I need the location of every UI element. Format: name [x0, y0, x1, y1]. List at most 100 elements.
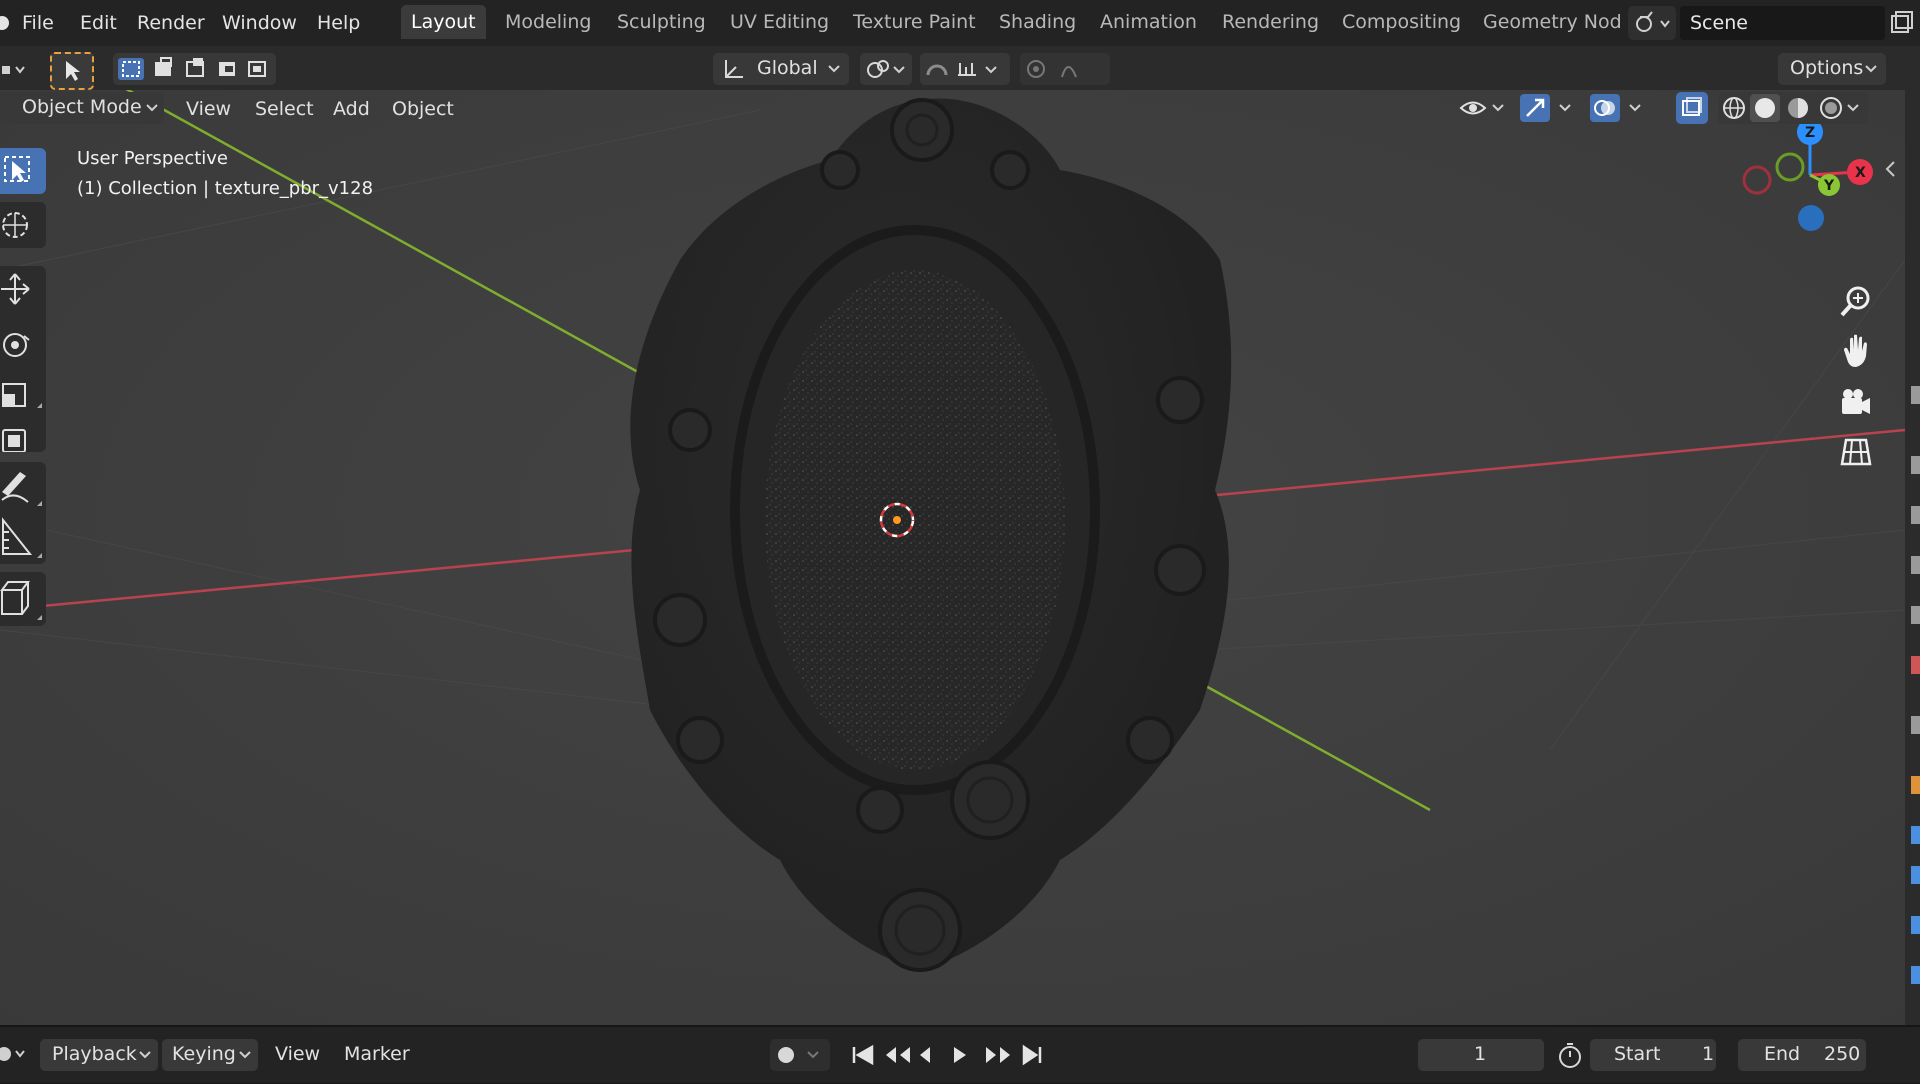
- viewport-scene: Z X Y: [0, 90, 1905, 1025]
- overlays-toggle[interactable]: [1588, 92, 1650, 124]
- scene-selector-button[interactable]: [1628, 6, 1676, 40]
- xray-icon: [1682, 97, 1702, 116]
- proportional-edit-icon: [1027, 60, 1077, 78]
- playback-controls-icons[interactable]: [848, 1039, 1048, 1071]
- menu-render[interactable]: Render: [137, 12, 205, 34]
- 3d-cursor-icon: [2, 212, 28, 238]
- shading-mode-icons: [1723, 94, 1859, 122]
- snapping-group[interactable]: [920, 53, 1010, 85]
- current-frame-value: 1: [1474, 1043, 1487, 1065]
- chevron-down-icon: [239, 1051, 251, 1059]
- grid-icon: [1840, 438, 1872, 466]
- chevron-down-icon: [139, 1051, 151, 1059]
- keying-label: Keying: [172, 1043, 236, 1065]
- annotate-measure-icons[interactable]: [0, 462, 46, 564]
- playback-dropdown[interactable]: Playback: [40, 1039, 158, 1071]
- record-icon: [778, 1047, 819, 1063]
- chevron-down-icon: [146, 104, 158, 112]
- object-mode-dropdown[interactable]: Object Mode: [0, 92, 164, 124]
- playback-controls: [848, 1039, 1048, 1071]
- chevron-down-icon: [1865, 65, 1877, 73]
- tool-cursor[interactable]: [0, 202, 46, 248]
- chevron-down-icon: [828, 65, 840, 73]
- tool-add-cube[interactable]: [0, 572, 46, 626]
- zoom-button[interactable]: [1836, 282, 1876, 322]
- tab-layout[interactable]: Layout: [401, 5, 486, 39]
- active-tool-button[interactable]: [50, 52, 94, 90]
- menu-edit[interactable]: Edit: [80, 12, 117, 34]
- properties-panel-edge[interactable]: [1905, 46, 1920, 1080]
- tool-header: Global Options: [0, 46, 1905, 90]
- scene-name: Scene: [1690, 12, 1748, 34]
- transform-tools-icons[interactable]: [0, 266, 46, 453]
- end-frame-field[interactable]: End 250: [1738, 1039, 1866, 1071]
- gizmo-y-label: Y: [1823, 178, 1835, 194]
- viewport-menu-add[interactable]: Add: [333, 98, 370, 120]
- 3d-viewport[interactable]: Z X Y Object Mode View Select Add Object: [0, 90, 1905, 1025]
- shading-mode-group[interactable]: [1718, 92, 1868, 124]
- tab-sculpting[interactable]: Sculpting: [607, 5, 716, 39]
- tab-geometry-nodes[interactable]: Geometry Nod: [1473, 5, 1632, 39]
- start-frame-field[interactable]: Start 1: [1590, 1039, 1716, 1071]
- editor-type-icon[interactable]: [0, 54, 30, 84]
- snap-magnet-icon: [926, 63, 997, 76]
- visibility-dropdown[interactable]: [1455, 92, 1511, 124]
- transform-orientation-dropdown[interactable]: Global: [713, 53, 849, 85]
- current-frame-field[interactable]: 1: [1418, 1039, 1544, 1071]
- menu-file[interactable]: File: [22, 12, 54, 34]
- view-name-label: User Perspective: [77, 148, 228, 169]
- menu-window[interactable]: Window: [222, 12, 297, 34]
- timeline-header: Playback Keying View Marker 1 Start 1 En…: [0, 1025, 1920, 1082]
- blender-logo-icon[interactable]: [0, 11, 10, 35]
- camera-view-button[interactable]: [1836, 382, 1876, 422]
- pivot-link-icon: [867, 60, 905, 78]
- collection-info-label: (1) Collection | texture_pbr_v128: [77, 178, 374, 199]
- overlay-circles-icon: [1590, 94, 1641, 122]
- playback-label: Playback: [52, 1043, 137, 1065]
- cursor-arrow-icon: [66, 61, 80, 81]
- zoom-icon: [1840, 286, 1870, 317]
- viewport-menu-object[interactable]: Object: [392, 98, 454, 120]
- keying-dropdown[interactable]: Keying: [162, 1039, 258, 1071]
- gizmo-z-label: Z: [1805, 125, 1815, 141]
- tab-texture-paint[interactable]: Texture Paint: [843, 5, 986, 39]
- options-label: Options: [1790, 57, 1864, 79]
- hand-icon: [1844, 334, 1867, 367]
- add-cube-icon: [0, 581, 42, 620]
- pan-button[interactable]: [1836, 332, 1876, 372]
- xray-toggle[interactable]: [1676, 92, 1708, 124]
- timeline-editor-type-icon[interactable]: [0, 1039, 30, 1069]
- tool-select-box[interactable]: [0, 148, 46, 194]
- auto-keying-toggle[interactable]: [770, 1039, 830, 1071]
- tab-shading[interactable]: Shading: [989, 5, 1086, 39]
- collapse-sidebar-icon[interactable]: [1880, 158, 1900, 180]
- gizmo-arrow-icon: [1520, 94, 1571, 122]
- object-mode-label: Object Mode: [22, 96, 142, 118]
- tab-rendering[interactable]: Rendering: [1212, 5, 1329, 39]
- new-scene-icon[interactable]: [1887, 8, 1915, 38]
- gizmo-toggle[interactable]: [1518, 92, 1580, 124]
- tab-animation[interactable]: Animation: [1090, 5, 1207, 39]
- end-value: 250: [1824, 1043, 1861, 1065]
- gizmo-x-label: X: [1855, 165, 1866, 181]
- properties-tab-icons: [1911, 386, 1920, 1074]
- stopwatch-icon[interactable]: [1555, 1041, 1585, 1071]
- timeline-menu-marker[interactable]: Marker: [344, 1043, 410, 1065]
- start-label: Start: [1614, 1043, 1661, 1065]
- timeline-menu-view[interactable]: View: [275, 1043, 320, 1065]
- start-value: 1: [1702, 1043, 1715, 1065]
- annotate-measure-group: [0, 462, 46, 564]
- top-menu-bar: File Edit Render Window Help Layout Mode…: [0, 0, 1920, 46]
- ortho-toggle-button[interactable]: [1836, 432, 1876, 472]
- viewport-menu-view[interactable]: View: [186, 98, 231, 120]
- menu-help[interactable]: Help: [317, 12, 360, 34]
- options-dropdown[interactable]: Options: [1778, 53, 1886, 85]
- pivot-point-dropdown[interactable]: [860, 53, 912, 85]
- proportional-editing-group[interactable]: [1020, 53, 1110, 85]
- tab-compositing[interactable]: Compositing: [1332, 5, 1471, 39]
- viewport-menu-select[interactable]: Select: [255, 98, 314, 120]
- eye-icon: [1459, 101, 1504, 115]
- tab-modeling[interactable]: Modeling: [495, 5, 601, 39]
- selection-mode-icons[interactable]: [113, 53, 276, 85]
- tab-uv-editing[interactable]: UV Editing: [720, 5, 839, 39]
